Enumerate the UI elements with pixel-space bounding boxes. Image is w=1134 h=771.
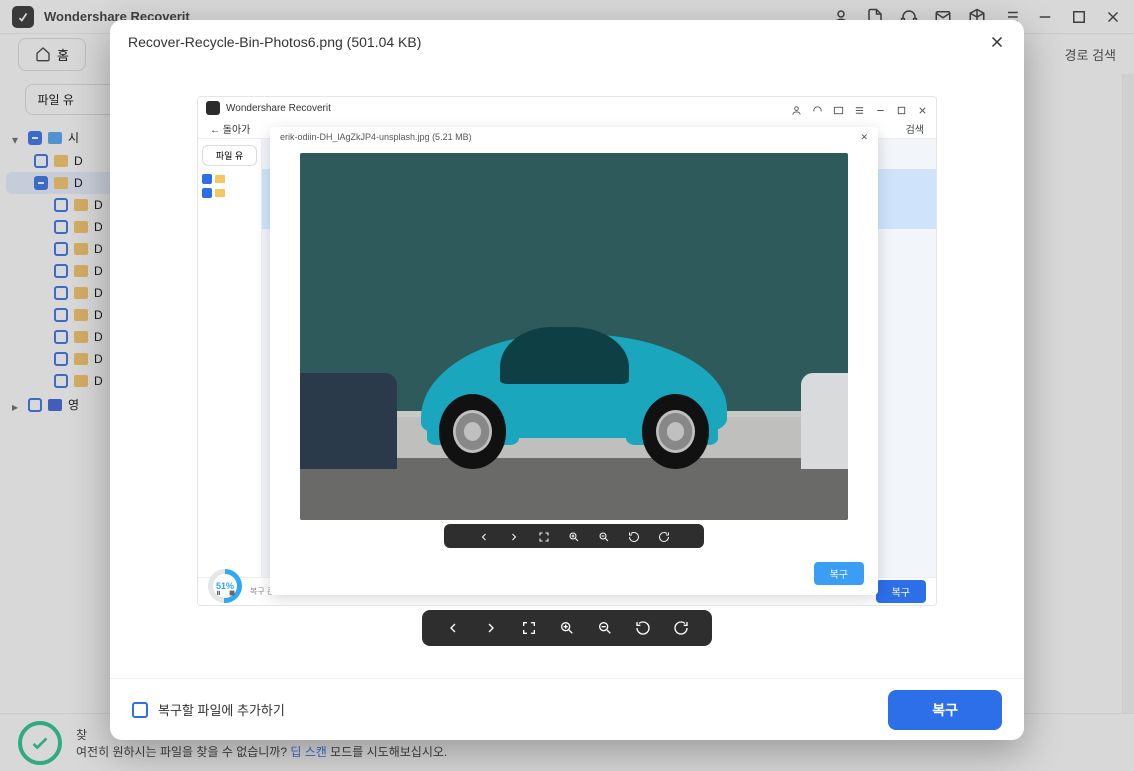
inner-filter: 파일 유 (202, 145, 257, 166)
preview-modal: Recover-Recycle-Bin-Photos6.png (501.04 … (110, 20, 1024, 740)
inner-sidebar: 파일 유 (198, 139, 262, 577)
inner-app-logo (206, 101, 220, 115)
inner-preview-body (270, 147, 878, 524)
prev-icon[interactable] (445, 620, 461, 636)
fullscreen-icon[interactable] (521, 620, 537, 636)
close-icon[interactable] (988, 33, 1006, 51)
list-icon (854, 103, 865, 114)
zoom-in-icon[interactable] (559, 620, 575, 636)
recover-button[interactable]: 복구 (888, 690, 1002, 730)
rotate-left-icon[interactable] (635, 620, 651, 636)
modal-backdrop: Recover-Recycle-Bin-Photos6.png (501.04 … (0, 0, 1134, 771)
rotate-right-icon (658, 530, 670, 542)
user-icon (791, 103, 802, 114)
close-icon (917, 103, 928, 114)
prev-icon (478, 530, 490, 542)
modal-title: Recover-Recycle-Bin-Photos6.png (501.04 … (128, 34, 421, 50)
next-icon[interactable] (483, 620, 499, 636)
modal-body: Wondershare Recoverit ← 돌아가 검색 (110, 64, 1024, 678)
inner-back-button: ← 돌아가 (210, 121, 250, 136)
pause-icon: ⏸ (216, 588, 221, 599)
car-photo (300, 153, 848, 520)
mail-icon (833, 103, 844, 114)
fullscreen-icon (538, 530, 550, 542)
zoom-in-icon (568, 530, 580, 542)
preview-image: Wondershare Recoverit ← 돌아가 검색 (197, 96, 937, 606)
zoom-out-icon (598, 530, 610, 542)
inner-preview-header: erik-odiin-DH_lAgZkJP4-unsplash.jpg (5.2… (270, 127, 878, 147)
minimize-icon (875, 103, 886, 114)
preview-toolbar (422, 610, 712, 646)
inner-image-toolbar (444, 524, 704, 548)
inner-search: 검색 (906, 121, 924, 136)
rotate-left-icon (628, 530, 640, 542)
rotate-right-icon[interactable] (673, 620, 689, 636)
inner-titlebar: Wondershare Recoverit (198, 97, 936, 119)
modal-header: Recover-Recycle-Bin-Photos6.png (501.04 … (110, 20, 1024, 64)
add-to-recover-label: 복구할 파일에 추가하기 (158, 700, 285, 719)
add-to-recover-checkbox[interactable] (132, 702, 148, 718)
inner-recover-button: 복구 (814, 562, 864, 585)
inner-app-title: Wondershare Recoverit (226, 103, 785, 114)
inner-playback: ⏸■ (216, 588, 235, 599)
inner-recover-button-2: 복구 (876, 580, 926, 603)
inner-preview-window: erik-odiin-DH_lAgZkJP4-unsplash.jpg (5.2… (270, 127, 878, 595)
headset-icon (812, 103, 823, 114)
next-icon (508, 530, 520, 542)
modal-footer: 복구할 파일에 추가하기 복구 (110, 678, 1024, 740)
zoom-out-icon[interactable] (597, 620, 613, 636)
inner-preview-file: erik-odiin-DH_lAgZkJP4-unsplash.jpg (5.2… (280, 132, 472, 142)
maximize-icon (896, 103, 907, 114)
close-icon: ✕ (860, 132, 868, 143)
stop-icon: ■ (229, 588, 235, 599)
